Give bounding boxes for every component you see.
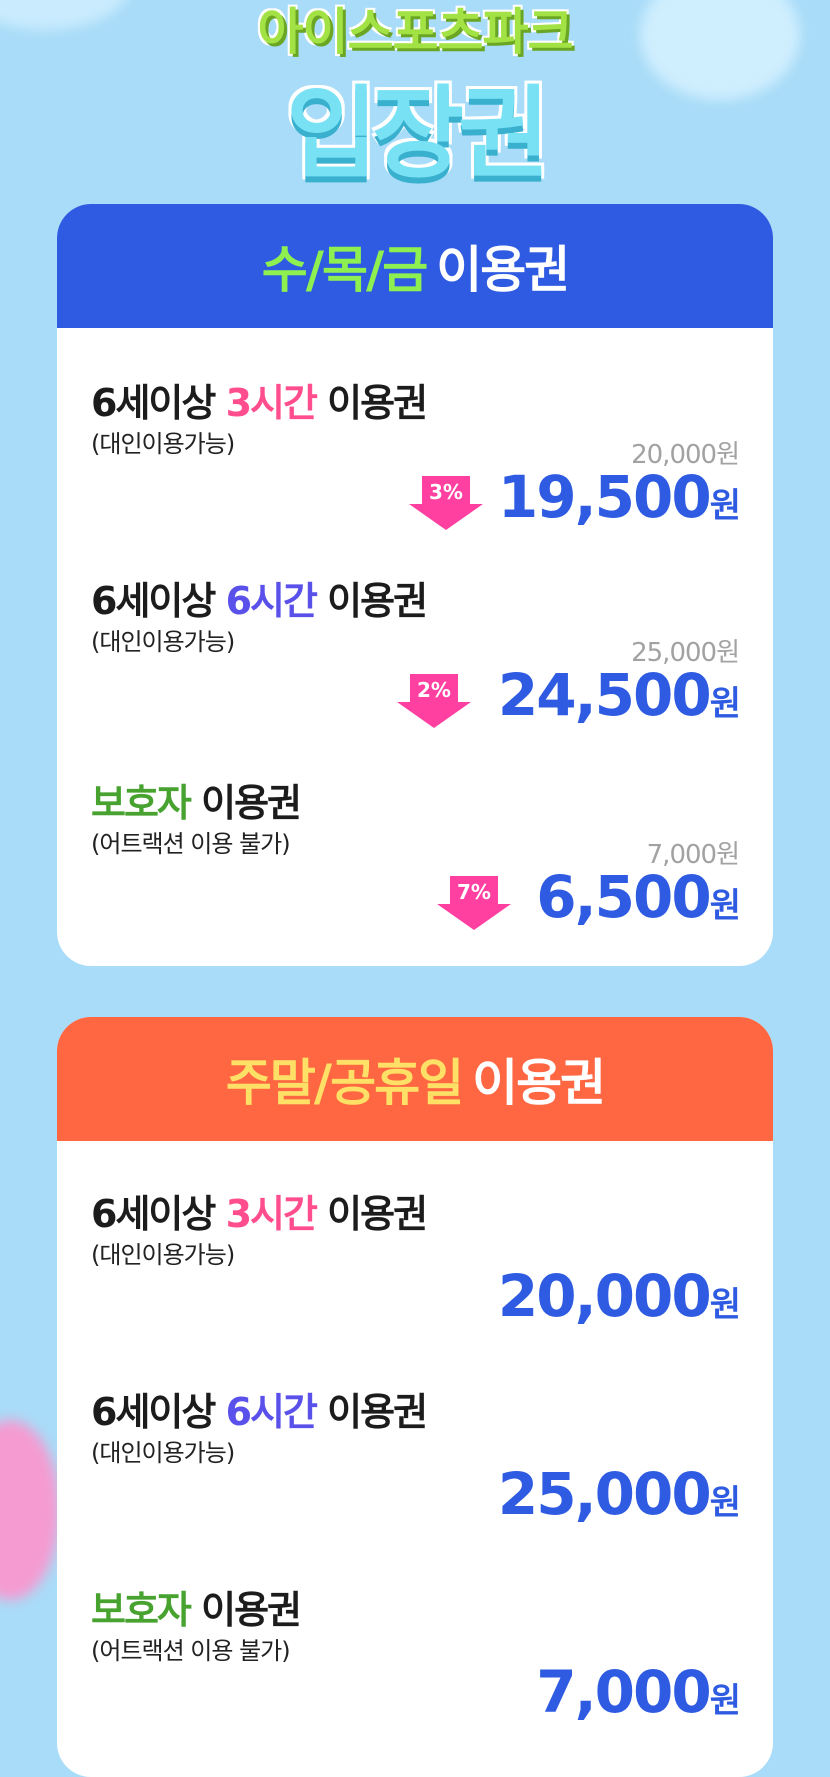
ticket-note: (대인이용가능) <box>91 430 235 458</box>
discount-percent: 3% <box>429 480 463 504</box>
ticket-name: 6세이상 3시간 이용권 <box>91 1192 428 1236</box>
sale-price: 6,500원 <box>536 863 741 931</box>
price: 25,000원 <box>497 1460 741 1528</box>
discount-arrow-icon: 3% <box>409 476 483 530</box>
ticket-label: 이용권 <box>472 1054 606 1112</box>
ticket-item-6h: 6세이상 6시간 이용권 (대인이용가능) 25,000원 <box>57 1381 773 1571</box>
discount-percent: 2% <box>417 678 451 702</box>
weekend-ticket-card: 주말/공휴일 이용권 6세이상 3시간 이용권 (대인이용가능) 20,000원… <box>57 1017 773 1777</box>
page-title: 입장권 <box>286 75 550 192</box>
weekday-card-header: 수/목/금 이용권 <box>57 204 773 328</box>
ticket-note: (대인이용가능) <box>91 628 235 656</box>
sale-price: 24,500원 <box>497 661 741 729</box>
weekend-card-header: 주말/공휴일 이용권 <box>57 1017 773 1141</box>
price: 7,000원 <box>536 1658 741 1726</box>
ticket-item-3h: 6세이상 3시간 이용권 (대인이용가능) 20,000원 3% 19,500원 <box>57 372 773 562</box>
discount-arrow-icon: 2% <box>397 674 471 728</box>
ticket-name: 6세이상 6시간 이용권 <box>91 1390 428 1434</box>
ticket-item-guardian: 보호자 이용권 (어트랙션 이용 불가) 7,000원 7% 6,500원 <box>57 772 773 962</box>
ticket-label: 이용권 <box>436 241 570 299</box>
discount-arrow-icon: 7% <box>437 876 511 930</box>
weekday-ticket-card: 수/목/금 이용권 6세이상 3시간 이용권 (대인이용가능) 20,000원 … <box>57 204 773 966</box>
ticket-note: (어트랙션 이용 불가) <box>91 830 291 858</box>
pink-cloud-decoration <box>0 1420 60 1600</box>
ticket-item-6h: 6세이상 6시간 이용권 (대인이용가능) 25,000원 2% 24,500원 <box>57 570 773 760</box>
ticket-name: 6세이상 3시간 이용권 <box>91 381 428 425</box>
discount-percent: 7% <box>457 880 491 904</box>
weekday-days-label: 수/목/금 <box>261 241 429 299</box>
ticket-item-guardian: 보호자 이용권 (어트랙션 이용 불가) 7,000원 <box>57 1579 773 1769</box>
sale-price: 19,500원 <box>497 463 741 531</box>
price: 20,000원 <box>497 1262 741 1330</box>
ticket-note: (어트랙션 이용 불가) <box>91 1637 291 1665</box>
ticket-name: 보호자 이용권 <box>91 1588 302 1632</box>
ticket-name: 6세이상 6시간 이용권 <box>91 579 428 623</box>
ticket-note: (대인이용가능) <box>91 1241 235 1269</box>
ticket-item-3h: 6세이상 3시간 이용권 (대인이용가능) 20,000원 <box>57 1183 773 1373</box>
ticket-name: 보호자 이용권 <box>91 781 302 825</box>
ticket-note: (대인이용가능) <box>91 1439 235 1467</box>
weekend-days-label: 주말/공휴일 <box>225 1054 464 1112</box>
